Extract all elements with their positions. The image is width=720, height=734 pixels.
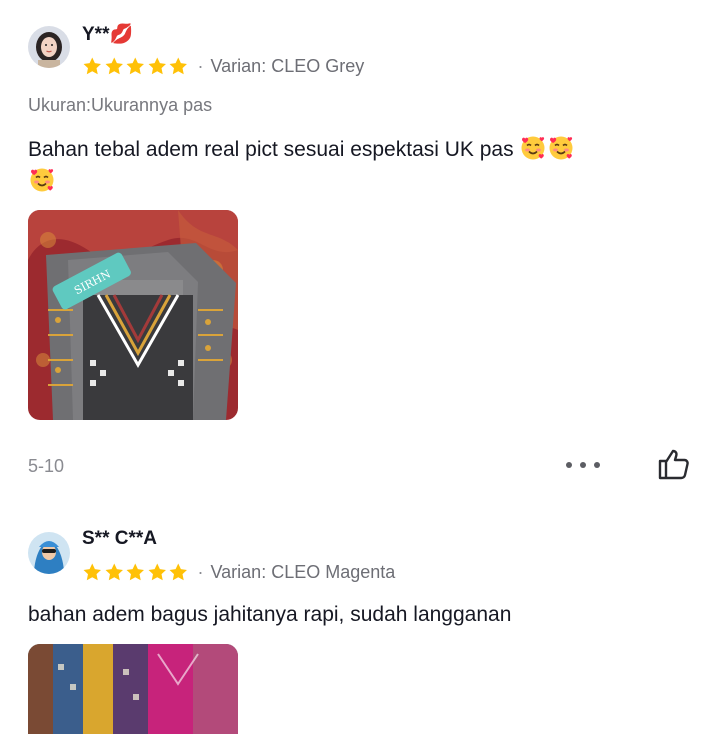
star-rating (82, 562, 189, 583)
star-icon (104, 562, 125, 583)
star-icon (168, 562, 189, 583)
smiling-face-with-hearts-icon (519, 134, 547, 162)
rating-row: · Varian: CLEO Grey (82, 54, 364, 78)
review-date: 5-10 (28, 456, 65, 476)
star-icon (82, 56, 103, 77)
star-icon (168, 56, 189, 77)
star-icon (147, 56, 168, 77)
rating-row: · Varian: CLEO Magenta (82, 560, 395, 584)
avatar[interactable] (28, 532, 70, 574)
username[interactable]: Y**💋 (82, 22, 133, 46)
variant-label: Varian: CLEO Grey (210, 55, 365, 76)
star-icon (82, 562, 103, 583)
star-icon (125, 56, 146, 77)
avatar[interactable] (28, 26, 70, 68)
review-photo[interactable]: SIRHN (28, 210, 238, 420)
more-options-button[interactable] (566, 455, 600, 475)
star-icon (147, 562, 168, 583)
review-text: bahan adem bagus jahitanya rapi, sudah l… (28, 603, 512, 626)
review-photo[interactable] (28, 644, 238, 734)
more-dots-icon (566, 462, 572, 468)
size-note: Ukuran:Ukurannya pas (28, 95, 213, 115)
variant-label: Varian: CLEO Magenta (210, 561, 396, 582)
review-text: Bahan tebal adem real pict sesuai espekt… (28, 134, 688, 198)
review-item: Y**💋 · Varian: CLEO Grey Ukuran:Ukuranny… (0, 0, 720, 500)
review-item: S** C**A · Varian: CLEO Magenta bahan ad… (0, 500, 720, 734)
thumbs-up-icon[interactable] (656, 446, 692, 482)
username[interactable]: S** C**A (82, 528, 157, 550)
smiling-face-with-hearts-icon (547, 134, 575, 162)
smiling-face-with-hearts-icon (28, 166, 56, 194)
star-rating (82, 56, 189, 77)
star-icon (125, 562, 146, 583)
separator-dot: · (197, 562, 204, 582)
star-icon (104, 56, 125, 77)
separator-dot: · (197, 56, 204, 76)
review-text-content: Bahan tebal adem real pict sesuai espekt… (28, 138, 514, 161)
